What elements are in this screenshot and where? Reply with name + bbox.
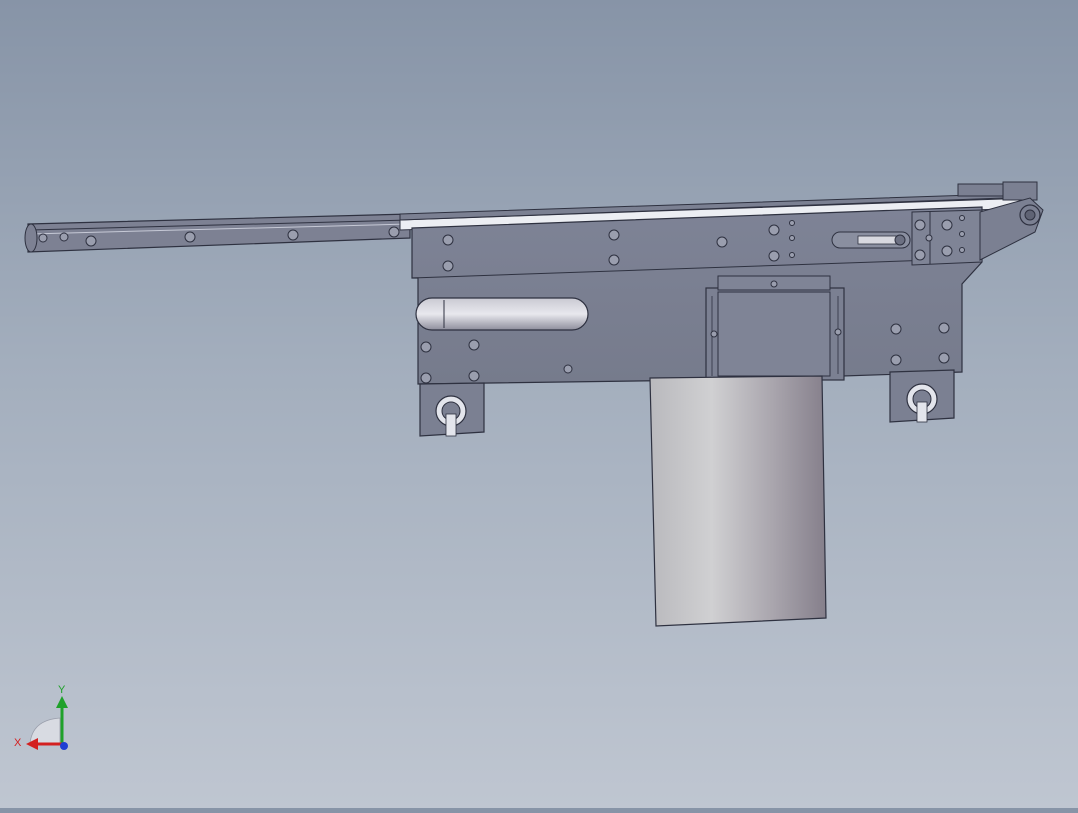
mount-foot-right[interactable] (889, 369, 955, 423)
z-axis-dot (60, 742, 68, 750)
y-axis-label: Y (58, 684, 66, 696)
mount-foot-left[interactable] (419, 382, 485, 437)
x-axis-label: X (14, 737, 22, 749)
model-canvas[interactable] (0, 0, 1078, 808)
motor-cylinder[interactable] (649, 375, 827, 627)
graphics-viewport[interactable]: Y X (0, 0, 1078, 808)
y-arrow-head-icon (56, 696, 68, 708)
conveyor-arm[interactable] (24, 213, 411, 253)
motor-mount-plate[interactable] (705, 275, 845, 381)
tension-slot[interactable] (831, 231, 911, 249)
coordinate-triad: Y X (0, 680, 90, 760)
handle-slot[interactable] (415, 297, 589, 331)
